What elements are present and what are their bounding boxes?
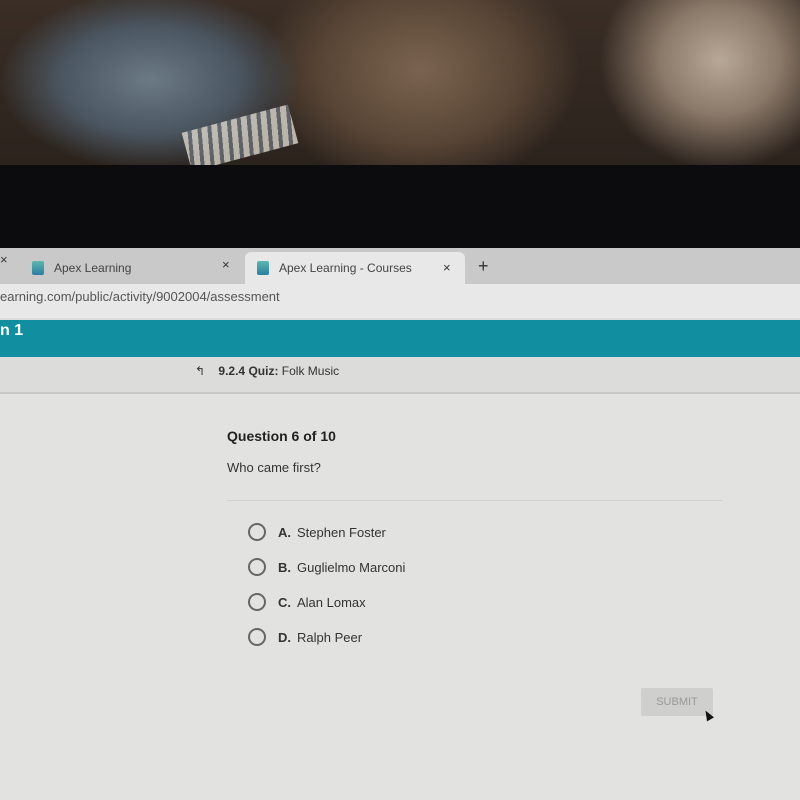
close-tab-icon[interactable]: × (222, 257, 230, 272)
course-title: n 1 (0, 322, 24, 339)
activity-title: Folk Music (281, 364, 340, 378)
tab-label: Apex Learning - Courses (279, 261, 412, 275)
up-arrow-icon[interactable]: ↰ (195, 364, 205, 378)
option-text: Stephen Foster (297, 524, 386, 540)
option-letter: A. (278, 524, 291, 540)
option-text: Guglielmo Marconi (297, 559, 406, 575)
close-icon[interactable]: × (0, 252, 8, 267)
option-letter: D. (278, 629, 291, 645)
apex-favicon-icon (257, 261, 269, 275)
option-letter: B. (278, 559, 291, 575)
radio-button[interactable] (248, 593, 266, 611)
option-c[interactable]: C. Alan Lomax (248, 593, 366, 611)
option-letter: C. (278, 594, 291, 610)
course-header: n 1 (0, 320, 800, 357)
divider (227, 500, 722, 501)
monitor-bezel (0, 165, 800, 253)
breadcrumb[interactable]: ↰ 9.2.4 Quiz: Folk Music (195, 364, 339, 378)
option-d[interactable]: D. Ralph Peer (248, 628, 362, 646)
apex-favicon-icon (32, 261, 44, 275)
main-content (0, 394, 800, 800)
option-b[interactable]: B. Guglielmo Marconi (248, 558, 405, 576)
close-tab-icon[interactable]: × (443, 260, 451, 275)
url-text: earning.com/public/activity/9002004/asse… (0, 289, 280, 304)
address-bar[interactable]: earning.com/public/activity/9002004/asse… (0, 284, 800, 318)
tab-bar: × Apex Learning × Apex Learning - Course… (0, 248, 800, 284)
question-text: Who came first? (227, 460, 321, 475)
tab-apex-learning[interactable]: Apex Learning (32, 252, 242, 284)
activity-type: Quiz: (248, 364, 279, 378)
new-tab-icon[interactable]: + (478, 256, 489, 277)
background-photo (0, 0, 800, 178)
question-number: Question 6 of 10 (227, 428, 336, 444)
divider (0, 392, 800, 394)
tab-apex-courses[interactable]: Apex Learning - Courses × (245, 252, 465, 284)
radio-button[interactable] (248, 558, 266, 576)
option-text: Alan Lomax (297, 594, 366, 610)
option-text: Ralph Peer (297, 629, 363, 645)
activity-code: 9.2.4 (218, 364, 246, 378)
radio-button[interactable] (248, 523, 266, 541)
option-a[interactable]: A. Stephen Foster (248, 523, 386, 541)
tab-label: Apex Learning (54, 261, 132, 275)
sleeve-stripe (181, 104, 299, 172)
radio-button[interactable] (248, 628, 266, 646)
